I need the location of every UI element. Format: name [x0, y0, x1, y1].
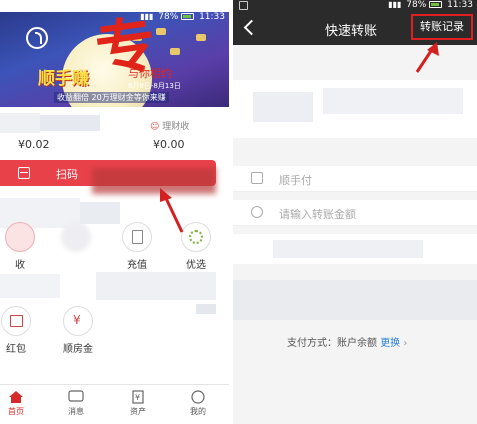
bottom-tab-bar: 首页 消息 ¥ 资产 我的 — [0, 384, 229, 424]
chevron-right-icon: › — [403, 338, 408, 349]
svg-text:¥: ¥ — [135, 393, 140, 402]
promo-banner[interactable]: ▮▮▮ 78% 11:33 专 顺手赚 与你相约 8月8日-8月13日 收益翻倍… — [0, 12, 229, 107]
battery-icon — [181, 13, 195, 20]
grid-item-red-packet[interactable]: 红包 — [0, 306, 44, 355]
battery-icon — [429, 1, 443, 8]
tab-home[interactable]: 首页 — [0, 389, 44, 417]
change-payment-link[interactable]: 更换 — [380, 338, 400, 349]
card-icon — [5, 222, 35, 252]
status-bar: ▮▮▮ 78% 11:33 — [233, 0, 477, 12]
payee-field[interactable]: 顺手付 — [279, 172, 312, 188]
grid-item-blurred[interactable] — [48, 222, 104, 256]
home-icon — [8, 389, 24, 403]
tab-assets[interactable]: ¥ 资产 — [110, 389, 166, 417]
lantern-graphic — [156, 28, 166, 35]
banner-subheadline: 与你相约 — [128, 67, 172, 80]
wealth-label[interactable]: ☺ 理财收 — [150, 119, 189, 132]
tab-profile[interactable]: 我的 — [170, 389, 226, 417]
banner-date: 8月8日-8月13日 — [128, 82, 181, 90]
scan-button[interactable]: 扫码 — [56, 166, 78, 182]
notification-icon — [239, 1, 248, 10]
payment-method: 支付方式：账户余额 更换 › — [287, 334, 407, 349]
page-title: 快速转账 — [325, 24, 378, 39]
balance-left-value[interactable]: ¥0.02 — [18, 138, 50, 151]
banner-headline: 顺手赚 — [38, 69, 89, 89]
grid-item-housing-fund[interactable]: ¥ 顺房金 — [50, 306, 106, 355]
blurred-icon — [61, 222, 91, 252]
payment-method-label: 支付方式：账户余额 — [287, 338, 377, 349]
message-icon — [68, 389, 84, 403]
lantern-graphic — [196, 34, 206, 41]
profile-icon — [190, 389, 206, 404]
battery-percent: 78% — [406, 0, 427, 10]
right-phone-screen: ▮▮▮ 78% 11:33 快速转账 转账记录 顺手付 请输入转账金额 支付方式… — [233, 0, 477, 424]
asset-icon: ¥ — [130, 389, 146, 404]
app-logo-icon — [26, 27, 48, 49]
title-bar: ▮▮▮ 78% 11:33 快速转账 转账记录 — [233, 0, 477, 45]
amount-input-row[interactable]: 请输入转账金额 — [233, 200, 477, 226]
left-phone-screen: ▮▮▮ 78% 11:33 专 顺手赚 与你相约 8月8日-8月13日 收益翻倍… — [0, 0, 229, 424]
wealth-icon: ☺ — [150, 122, 160, 132]
yen-cart-icon: ¥ — [63, 306, 93, 336]
red-packet-icon — [1, 306, 31, 336]
topup-icon — [122, 222, 152, 252]
contact-card-icon — [251, 172, 263, 184]
battery-percent: 78% — [158, 12, 179, 22]
clock: 11:33 — [447, 0, 473, 10]
banner-promo: 收益翻倍 20万理财金等你来赚 — [54, 92, 169, 103]
signal-icon: ▮▮▮ — [388, 0, 402, 9]
back-arrow-icon[interactable] — [241, 18, 257, 38]
annotation-arrow — [160, 188, 184, 233]
grid-item-receive[interactable]: 收 — [0, 222, 48, 271]
scan-icon[interactable] — [18, 167, 30, 179]
clock: 11:33 — [199, 12, 225, 22]
yen-icon — [251, 206, 263, 218]
payee-input-row[interactable]: 顺手付 — [233, 166, 477, 192]
balance-summary: ¥0.02 ☺ 理财收 ¥0.00 — [0, 107, 229, 157]
lantern-graphic — [170, 48, 180, 55]
tab-messages[interactable]: 消息 — [48, 389, 104, 417]
transfer-record-button[interactable]: 转账记录 — [411, 14, 473, 40]
wealth-value[interactable]: ¥0.00 — [153, 138, 185, 151]
annotation-arrow — [415, 42, 439, 73]
amount-field[interactable]: 请输入转账金额 — [279, 206, 356, 222]
